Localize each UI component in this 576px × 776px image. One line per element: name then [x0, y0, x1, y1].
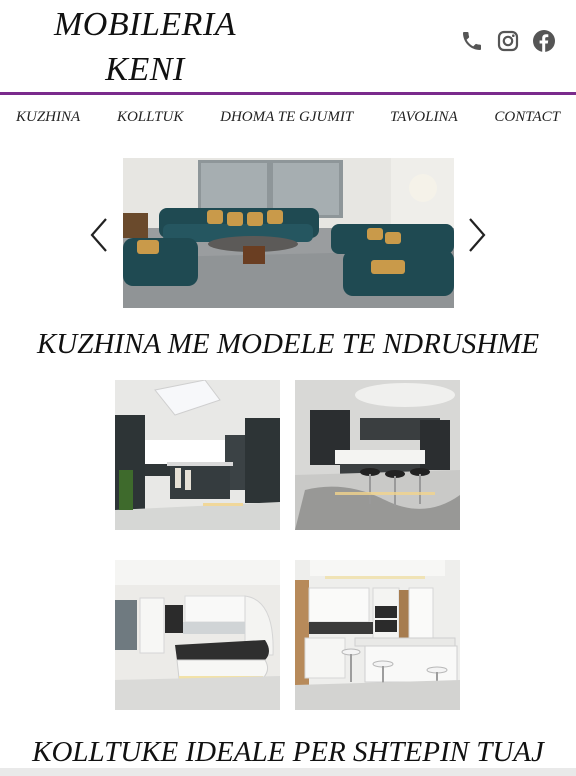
section-title-kitchens: KUZHINA ME MODELE TE NDRUSHME: [36, 328, 540, 360]
site-logo[interactable]: MOBILERIA KENI: [40, 2, 250, 92]
browser-bottom-bar: [0, 768, 576, 776]
living-room-sofa-image: [123, 158, 454, 308]
hero-slider[interactable]: [123, 158, 454, 308]
kitchen-image[interactable]: [115, 560, 280, 710]
instagram-icon[interactable]: [496, 29, 520, 53]
site-header: MOBILERIA KENI: [0, 0, 576, 92]
nav-item-kolltuk[interactable]: KOLLTUK: [117, 109, 183, 126]
nav-item-contact[interactable]: CONTACT: [494, 109, 560, 126]
section-title-armchairs: KOLLTUKE IDEALE PER SHTEPIN TUAJ: [32, 736, 544, 768]
kitchen-image[interactable]: [295, 380, 460, 530]
phone-icon[interactable]: [460, 29, 484, 53]
logo-line-2: KENI: [105, 51, 185, 88]
chevron-left-icon[interactable]: [86, 215, 112, 255]
social-links: [460, 29, 556, 53]
kitchen-image[interactable]: [295, 560, 460, 710]
nav-item-kuzhina[interactable]: KUZHINA: [16, 109, 80, 126]
kitchen-image[interactable]: [115, 380, 280, 530]
chevron-right-icon[interactable]: [464, 215, 490, 255]
nav-item-dhoma-te-gjumit[interactable]: DHOMA TE GJUMIT: [220, 109, 353, 126]
nav-item-tavolina[interactable]: TAVOLINA: [390, 109, 458, 126]
main-nav: KUZHINA KOLLTUK DHOMA TE GJUMIT TAVOLINA…: [0, 109, 576, 126]
header-divider: [0, 92, 576, 95]
facebook-icon[interactable]: [532, 29, 556, 53]
logo-line-1: MOBILERIA: [53, 6, 236, 43]
